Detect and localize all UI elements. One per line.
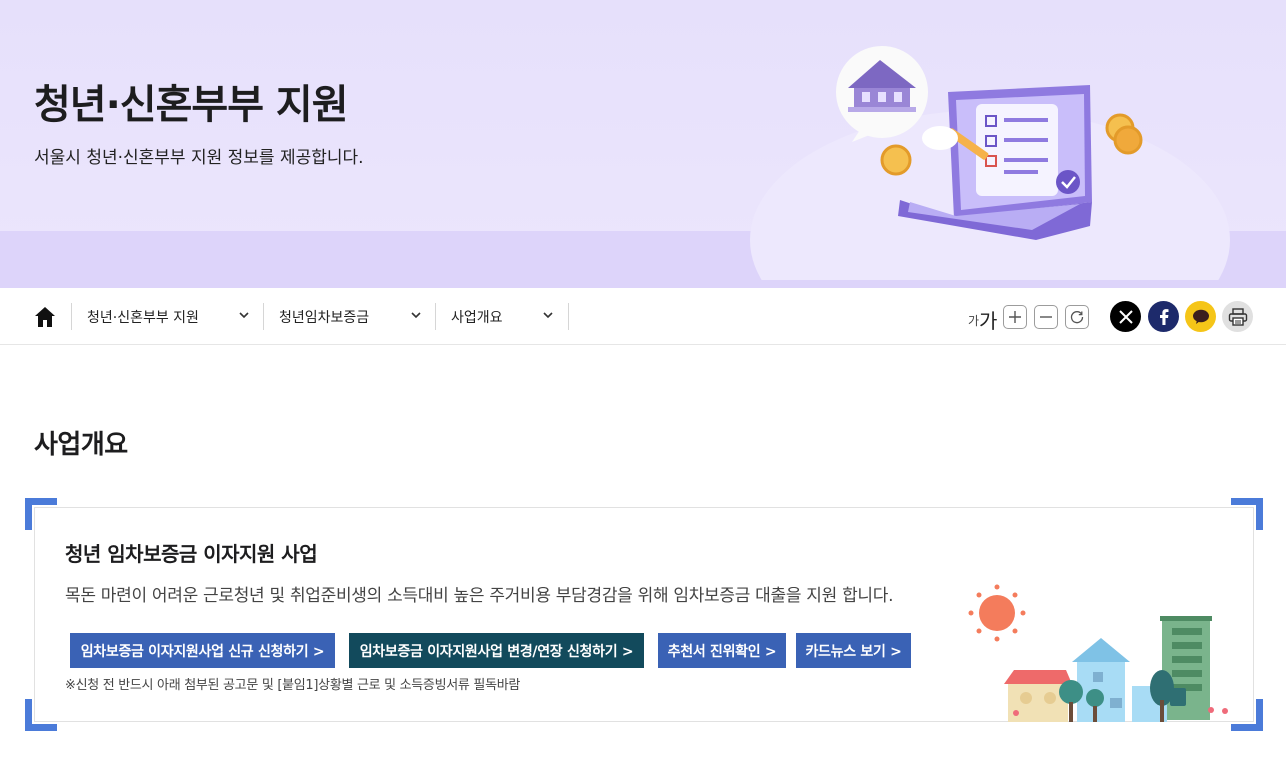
x-icon: [1118, 309, 1133, 324]
zoom-out-icon: [1040, 316, 1052, 318]
nav-dropdown-label: 청년임차보증금: [279, 309, 370, 326]
share-facebook-button[interactable]: [1148, 301, 1179, 332]
nav-dropdown-deposit[interactable]: 청년임차보증금: [279, 288, 429, 345]
share-x-button[interactable]: [1110, 301, 1141, 332]
zoom-out-button[interactable]: [1034, 305, 1058, 329]
laptop-illustration: [750, 46, 1230, 280]
top-navigation: 청년·신혼부부 지원 청년임차보증금 사업개요: [0, 288, 1286, 345]
card-corner-decoration: [25, 699, 57, 731]
hero-banner: 청년·신혼부부 지원 서울시 청년·신혼부부 지원 정보를 제공합니다.: [0, 0, 1286, 288]
chevron-down-icon: [239, 312, 249, 319]
nav-dropdown-label: 사업개요: [451, 309, 503, 326]
chevron-down-icon: [411, 312, 421, 319]
page-title: 청년·신혼부부 지원: [34, 82, 349, 128]
facebook-icon: [1159, 308, 1168, 325]
change-extend-application-button[interactable]: 임차보증금 이자지원사업 변경/연장 신청하기 >: [349, 633, 644, 668]
card-corner-decoration: [1231, 498, 1263, 530]
zoom-in-button[interactable]: [1003, 305, 1027, 329]
page-subtitle: 서울시 청년·신혼부부 지원 정보를 제공합니다.: [34, 148, 364, 168]
nav-divider: [71, 303, 72, 330]
reset-icon: [1070, 311, 1084, 324]
nav-dropdown-overview[interactable]: 사업개요: [451, 288, 561, 345]
new-application-button[interactable]: 임차보증금 이자지원사업 신규 신청하기 >: [70, 633, 335, 668]
font-size-large-label: 가: [979, 309, 998, 333]
home-icon[interactable]: [32, 304, 58, 330]
nav-dropdown-youth-newlywed[interactable]: 청년·신혼부부 지원: [87, 288, 257, 345]
zoom-in-icon: [1009, 311, 1021, 323]
nav-dropdown-label: 청년·신혼부부 지원: [87, 309, 199, 326]
card-title: 청년 임차보증금 이자지원 사업: [65, 542, 318, 566]
card-news-button[interactable]: 카드뉴스 보기 >: [796, 633, 911, 668]
card-corner-decoration: [25, 498, 57, 530]
kakaotalk-icon: [1192, 309, 1209, 324]
card-description: 목돈 마련이 어려운 근로청년 및 취업준비생의 소득대비 높은 주거비용 부담…: [65, 586, 894, 606]
application-notice: ※신청 전 반드시 아래 첨부된 공고문 및 [붙임1]상황별 근로 및 소득증…: [65, 678, 521, 693]
print-icon: [1228, 307, 1247, 326]
card-corner-decoration: [1231, 699, 1263, 731]
nav-divider: [435, 303, 436, 330]
chevron-down-icon: [543, 312, 553, 319]
zoom-reset-button[interactable]: [1065, 305, 1089, 329]
print-button[interactable]: [1222, 301, 1253, 332]
font-size-small-label: 가: [968, 314, 980, 328]
share-kakaotalk-button[interactable]: [1185, 301, 1216, 332]
nav-divider: [263, 303, 264, 330]
town-illustration: [968, 584, 1228, 722]
nav-divider: [568, 303, 569, 330]
verify-recommendation-button[interactable]: 추천서 진위확인 >: [658, 633, 786, 668]
section-title: 사업개요: [34, 430, 128, 460]
